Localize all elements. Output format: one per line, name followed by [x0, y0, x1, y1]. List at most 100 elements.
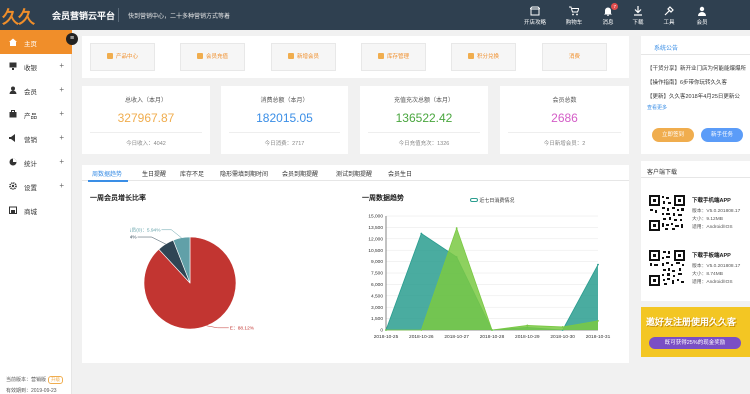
header-notice[interactable]: 快到营销中心，二十多种营销方式等着: [128, 11, 230, 20]
app-version: 版本：V5.0.201808.17: [692, 209, 741, 214]
nav-download[interactable]: 下载: [627, 0, 649, 30]
stat-card-consumption: 消费总额（本月） 182015.05 今日消费：2717: [221, 86, 348, 154]
quick-product-center-button[interactable]: 产品中心: [90, 43, 155, 71]
quick-inventory-button[interactable]: 库存管理: [361, 43, 426, 71]
expand-icon: +: [59, 157, 64, 166]
app-platform: 适用：Android/IOS: [692, 225, 733, 230]
stat-subtext: 今日新增会员：2: [543, 141, 586, 147]
app-title: 下载手机端APP: [692, 198, 731, 204]
y-tick-label: 10,500: [368, 248, 383, 254]
tab-birthday-reminder[interactable]: 生日提醒: [142, 169, 166, 178]
settings-icon: [9, 182, 17, 190]
nav-member[interactable]: 会员: [689, 0, 715, 30]
sidebar-item-cashier[interactable]: 收银 +: [0, 54, 72, 78]
sidebar-item-label: 会员: [24, 89, 37, 96]
message-count-badge: 7: [611, 3, 618, 10]
referral-promo-banner[interactable]: 邀好友注册使用久久客 既可获得25%的现金奖励: [641, 307, 750, 357]
view-more-link[interactable]: 查看更多: [647, 104, 667, 111]
news-item[interactable]: 【更新】久久客2018年4月25日更新公: [647, 92, 740, 100]
quick-recharge-button[interactable]: 会员充值: [180, 43, 245, 71]
expand-icon: +: [59, 85, 64, 94]
sidebar-item-home[interactable]: 主页: [0, 30, 72, 54]
stat-subtext: 今日收入：4042: [126, 141, 166, 147]
add-member-icon: [287, 53, 294, 59]
recharge-icon: [196, 53, 203, 59]
stat-card-members: 会员总数 2686 今日新增会员：2: [500, 86, 629, 154]
news-item[interactable]: 【干货分享】新开业门店为何能能爆爆所: [647, 64, 746, 72]
download-title: 客户端下载: [647, 170, 678, 176]
sidebar-item-products[interactable]: 产品 +: [0, 102, 72, 126]
sidebar-item-statistics[interactable]: 统计 +: [0, 150, 72, 174]
tab-member-expiry[interactable]: 会员到期提醒: [282, 169, 318, 178]
pie-slice-label: 测试：5.94%: [130, 234, 137, 241]
x-tick-label: 2018-10-31: [586, 334, 611, 340]
quick-consume-button[interactable]: 消费: [542, 43, 607, 71]
stat-divider: [368, 132, 480, 133]
nav-store-guide[interactable]: 开店攻略: [520, 0, 550, 30]
data-point: [420, 329, 423, 331]
stat-card-recharge: 充值充次总额（本月） 136522.42 今日充值充次：1326: [360, 86, 488, 154]
product-center-icon: [106, 53, 113, 59]
quick-button-label: 产品中心: [115, 54, 138, 60]
nav-tools-label: 工具: [663, 20, 675, 26]
upgrade-badge[interactable]: 升级: [48, 376, 64, 384]
download-divider: [641, 177, 750, 178]
nav-cart[interactable]: 购物车: [561, 0, 587, 30]
user-icon: [698, 6, 706, 16]
y-tick-label: 9,000: [371, 259, 383, 265]
expand-icon: +: [59, 61, 64, 70]
tab-member-birthday[interactable]: 会员生日: [388, 169, 412, 178]
store-icon: [530, 6, 540, 16]
nav-messages[interactable]: 7 消息: [596, 0, 620, 30]
platform-title: 会员营销云平台: [52, 11, 116, 21]
tab-hidden-expiry[interactable]: 隐形需填到期时间: [220, 169, 268, 178]
promo-title: 邀好友注册使用久久客: [646, 317, 737, 327]
x-tick-label: 2018-10-26: [409, 334, 434, 340]
notice-tab[interactable]: 系统公告: [654, 43, 678, 52]
monitor-icon: [9, 62, 17, 70]
data-point: [455, 227, 458, 230]
stat-card-income: 总收入（本月） 327967.87 今日收入：4042: [82, 86, 210, 154]
qr-code-icon: [648, 249, 686, 287]
pie-label-line: [161, 229, 182, 238]
tab-weekly-trend[interactable]: 周数据趋势: [92, 169, 122, 178]
product-icon: [9, 110, 17, 118]
sidebar-item-settings[interactable]: 设置 +: [0, 174, 72, 198]
newbie-task-button[interactable]: 新手任务: [701, 128, 743, 142]
sidebar-collapse-button[interactable]: ≡: [66, 33, 78, 45]
legend-label: 近七日消费情况: [479, 198, 515, 204]
home-icon: [9, 38, 17, 46]
sidebar: 主页 收银 + 会员 + 产品 + 营销 + 统计 + 设置 + 商城 当前版本…: [0, 30, 72, 394]
quick-button-label: 新增会员: [296, 54, 319, 60]
nav-tools[interactable]: 工具: [658, 0, 680, 30]
pie-chart: E：88.12% 测试：5.94%普通会员(0)：5.94%: [130, 226, 255, 331]
tablet-app-download[interactable]: 下载手板端APP 版本：V5.0.201808.17 大小：8.74MB 适用：…: [648, 249, 748, 299]
qr-code-icon: [648, 194, 686, 232]
y-tick-label: 6,000: [371, 282, 383, 288]
news-item[interactable]: 【操作指南】6步带你玩转久久客: [647, 78, 727, 86]
nav-store-guide-label: 开店攻略: [523, 20, 546, 26]
series-area: [386, 233, 598, 330]
quick-points-button[interactable]: 积分兑换: [451, 43, 516, 71]
sidebar-item-marketing[interactable]: 营销 +: [0, 126, 72, 150]
tab-low-stock[interactable]: 库存不足: [180, 169, 204, 178]
sidebar-item-mall[interactable]: 商城: [0, 198, 72, 222]
tab-test-expiry[interactable]: 测试到期提醒: [336, 169, 372, 178]
version-label: 当前版本：营销版: [6, 377, 47, 383]
sign-in-button[interactable]: 立即签到: [652, 128, 694, 142]
tab-bar: 周数据趋势 生日提醒 库存不足 隐形需填到期时间 会员到期提醒 测试到期提醒 会…: [82, 165, 629, 182]
sidebar-item-members[interactable]: 会员 +: [0, 78, 72, 102]
expand-icon: +: [59, 181, 64, 190]
y-tick-label: 15,000: [368, 214, 383, 220]
app-size: 大小：8.74MB: [692, 272, 723, 277]
members-icon: [9, 86, 17, 94]
logo[interactable]: 久久客: [2, 3, 46, 53]
sidebar-item-label: 产品: [24, 113, 37, 120]
data-point: [597, 263, 599, 266]
quick-add-member-button[interactable]: 新增会员: [271, 43, 336, 71]
marketing-icon: [9, 134, 15, 142]
pie-chart-title: 一周会员增长比率: [90, 195, 146, 202]
header-divider: [118, 8, 119, 22]
stat-value: 136522.42: [395, 111, 453, 125]
phone-app-download[interactable]: 下载手机端APP 版本：V5.0.201808.17 大小：9.12MB 适用：…: [648, 194, 748, 244]
